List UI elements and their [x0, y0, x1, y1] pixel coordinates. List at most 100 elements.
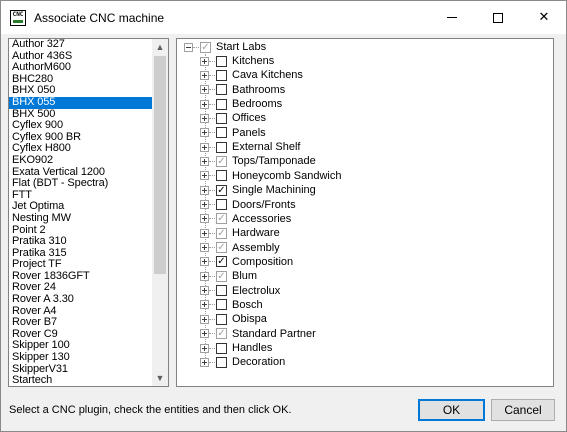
- tree-node[interactable]: Panels: [200, 126, 266, 140]
- node-checkbox[interactable]: [216, 55, 227, 67]
- expand-icon[interactable]: [200, 243, 209, 253]
- machine-list-item[interactable]: Skipper 130: [9, 351, 153, 364]
- tree-node[interactable]: Honeycomb Sandwich: [200, 169, 341, 183]
- node-checkbox[interactable]: [216, 98, 227, 110]
- node-checkbox[interactable]: [216, 84, 227, 96]
- machine-list-item[interactable]: BHX 055: [9, 96, 153, 109]
- node-checkbox[interactable]: [216, 69, 227, 81]
- tree-node-label: Blum: [232, 270, 258, 283]
- node-checkbox[interactable]: ✓: [216, 213, 227, 225]
- expand-icon[interactable]: [200, 200, 209, 209]
- tree-node[interactable]: Handles: [200, 341, 272, 355]
- tree-node[interactable]: ✓ Blum: [200, 269, 257, 283]
- expand-icon[interactable]: [200, 142, 209, 152]
- tree-node[interactable]: Cava Kitchens: [200, 68, 303, 82]
- node-checkbox[interactable]: [216, 356, 227, 368]
- node-checkbox[interactable]: ✓: [216, 227, 227, 239]
- node-checkbox[interactable]: [216, 342, 227, 354]
- expand-icon[interactable]: [200, 128, 209, 138]
- tree-node[interactable]: ✓ Standard Partner: [200, 327, 316, 341]
- expand-icon[interactable]: [200, 113, 209, 123]
- tree-node-label: Bedrooms: [232, 98, 283, 111]
- node-checkbox[interactable]: [216, 285, 227, 297]
- title-bar[interactable]: CNC Associate CNC machine ✕: [1, 1, 566, 34]
- tree-node[interactable]: ✓ Accessories: [200, 212, 291, 226]
- scroll-down-icon[interactable]: ▼: [152, 370, 168, 386]
- tree-connector: [209, 160, 215, 162]
- machine-list-item[interactable]: Pratika 310: [9, 235, 153, 248]
- expand-icon[interactable]: [200, 214, 209, 224]
- tree-node[interactable]: Bedrooms: [200, 97, 282, 111]
- node-checkbox[interactable]: [216, 299, 227, 311]
- expand-icon[interactable]: [200, 85, 209, 95]
- tree-node[interactable]: Decoration: [200, 355, 285, 369]
- node-checkbox[interactable]: [216, 199, 227, 210]
- expand-icon[interactable]: [200, 286, 209, 296]
- node-checkbox[interactable]: ✓: [216, 155, 227, 167]
- expand-icon[interactable]: [200, 343, 209, 353]
- minimize-button[interactable]: [429, 1, 475, 34]
- entity-tree[interactable]: ✓ Start Labs Kitchens Cava Kitchens Bathroom…: [176, 38, 554, 387]
- node-checkbox[interactable]: ✓: [216, 256, 227, 268]
- node-checkbox[interactable]: [216, 112, 227, 124]
- tree-node[interactable]: Doors/Fronts: [200, 198, 296, 212]
- scroll-up-icon[interactable]: ▲: [152, 39, 168, 55]
- expand-icon[interactable]: [200, 357, 209, 367]
- node-checkbox[interactable]: ✓: [216, 242, 227, 254]
- node-checkbox[interactable]: ✓: [200, 41, 211, 53]
- node-checkbox[interactable]: ✓: [216, 184, 227, 196]
- expand-icon[interactable]: [200, 329, 209, 339]
- tree-node[interactable]: Obispa: [200, 312, 267, 326]
- expand-icon[interactable]: [200, 70, 209, 80]
- machine-list-item[interactable]: Rover A 3.30: [9, 293, 153, 306]
- tree-root-node[interactable]: ✓ Start Labs: [184, 40, 266, 54]
- tree-connector: [209, 290, 215, 292]
- node-checkbox[interactable]: ✓: [216, 270, 227, 282]
- expand-icon[interactable]: [200, 300, 209, 310]
- tree-connector: [209, 132, 215, 134]
- tree-node-label: Bosch: [232, 298, 263, 311]
- maximize-button[interactable]: [475, 1, 521, 34]
- expand-icon[interactable]: [200, 185, 209, 195]
- node-checkbox[interactable]: [216, 141, 227, 153]
- tree-node[interactable]: ✓ Assembly: [200, 241, 280, 255]
- tree-node[interactable]: ✓ Single Machining: [200, 183, 316, 197]
- expand-icon[interactable]: [200, 171, 209, 181]
- machine-listbox[interactable]: Author 327 Author 436S AuthorM600 BHC280 BHX…: [8, 38, 169, 387]
- tree-node-label: Handles: [232, 342, 273, 354]
- vertical-scrollbar[interactable]: ▲ ▼: [152, 39, 168, 386]
- node-checkbox[interactable]: ✓: [216, 328, 227, 340]
- tree-node[interactable]: Offices: [200, 111, 266, 125]
- expand-icon[interactable]: [200, 228, 209, 238]
- close-button[interactable]: ✕: [521, 1, 567, 34]
- expand-icon[interactable]: [200, 56, 209, 66]
- expand-icon[interactable]: [200, 314, 209, 324]
- tree-node[interactable]: External Shelf: [200, 140, 300, 154]
- tree-node[interactable]: Electrolux: [200, 284, 280, 298]
- node-checkbox[interactable]: [216, 170, 227, 182]
- expand-icon[interactable]: [200, 271, 209, 281]
- tree-node[interactable]: Bathrooms: [200, 83, 285, 97]
- node-checkbox[interactable]: [216, 127, 227, 139]
- machine-list-item[interactable]: Flat (BDT - Spectra): [9, 178, 153, 190]
- expand-icon[interactable]: [200, 99, 209, 109]
- cancel-button[interactable]: Cancel: [491, 399, 555, 421]
- node-checkbox[interactable]: [216, 313, 227, 325]
- tree-node[interactable]: ✓ Composition: [200, 255, 293, 269]
- expand-icon[interactable]: [200, 156, 209, 166]
- tree-node[interactable]: ✓ Hardware: [200, 226, 280, 240]
- machine-list-item[interactable]: Nesting MW: [9, 212, 153, 225]
- machine-list-item[interactable]: Cyflex 900: [9, 120, 153, 132]
- tree-connector: [209, 175, 215, 177]
- machine-list-item[interactable]: EKO902: [9, 154, 153, 167]
- tree-node[interactable]: Bosch: [200, 298, 263, 312]
- tree-node[interactable]: ✓ Tops/Tamponade: [200, 154, 316, 168]
- machine-list-item[interactable]: Author 327: [9, 39, 153, 51]
- machine-list-item[interactable]: Startech: [9, 375, 153, 386]
- ok-button[interactable]: OK: [418, 399, 485, 421]
- collapse-icon[interactable]: [184, 42, 193, 52]
- scrollbar-thumb[interactable]: [154, 56, 166, 274]
- expand-icon[interactable]: [200, 257, 209, 267]
- tree-node[interactable]: Kitchens: [200, 54, 274, 68]
- tree-node-label: Accessories: [232, 212, 292, 225]
